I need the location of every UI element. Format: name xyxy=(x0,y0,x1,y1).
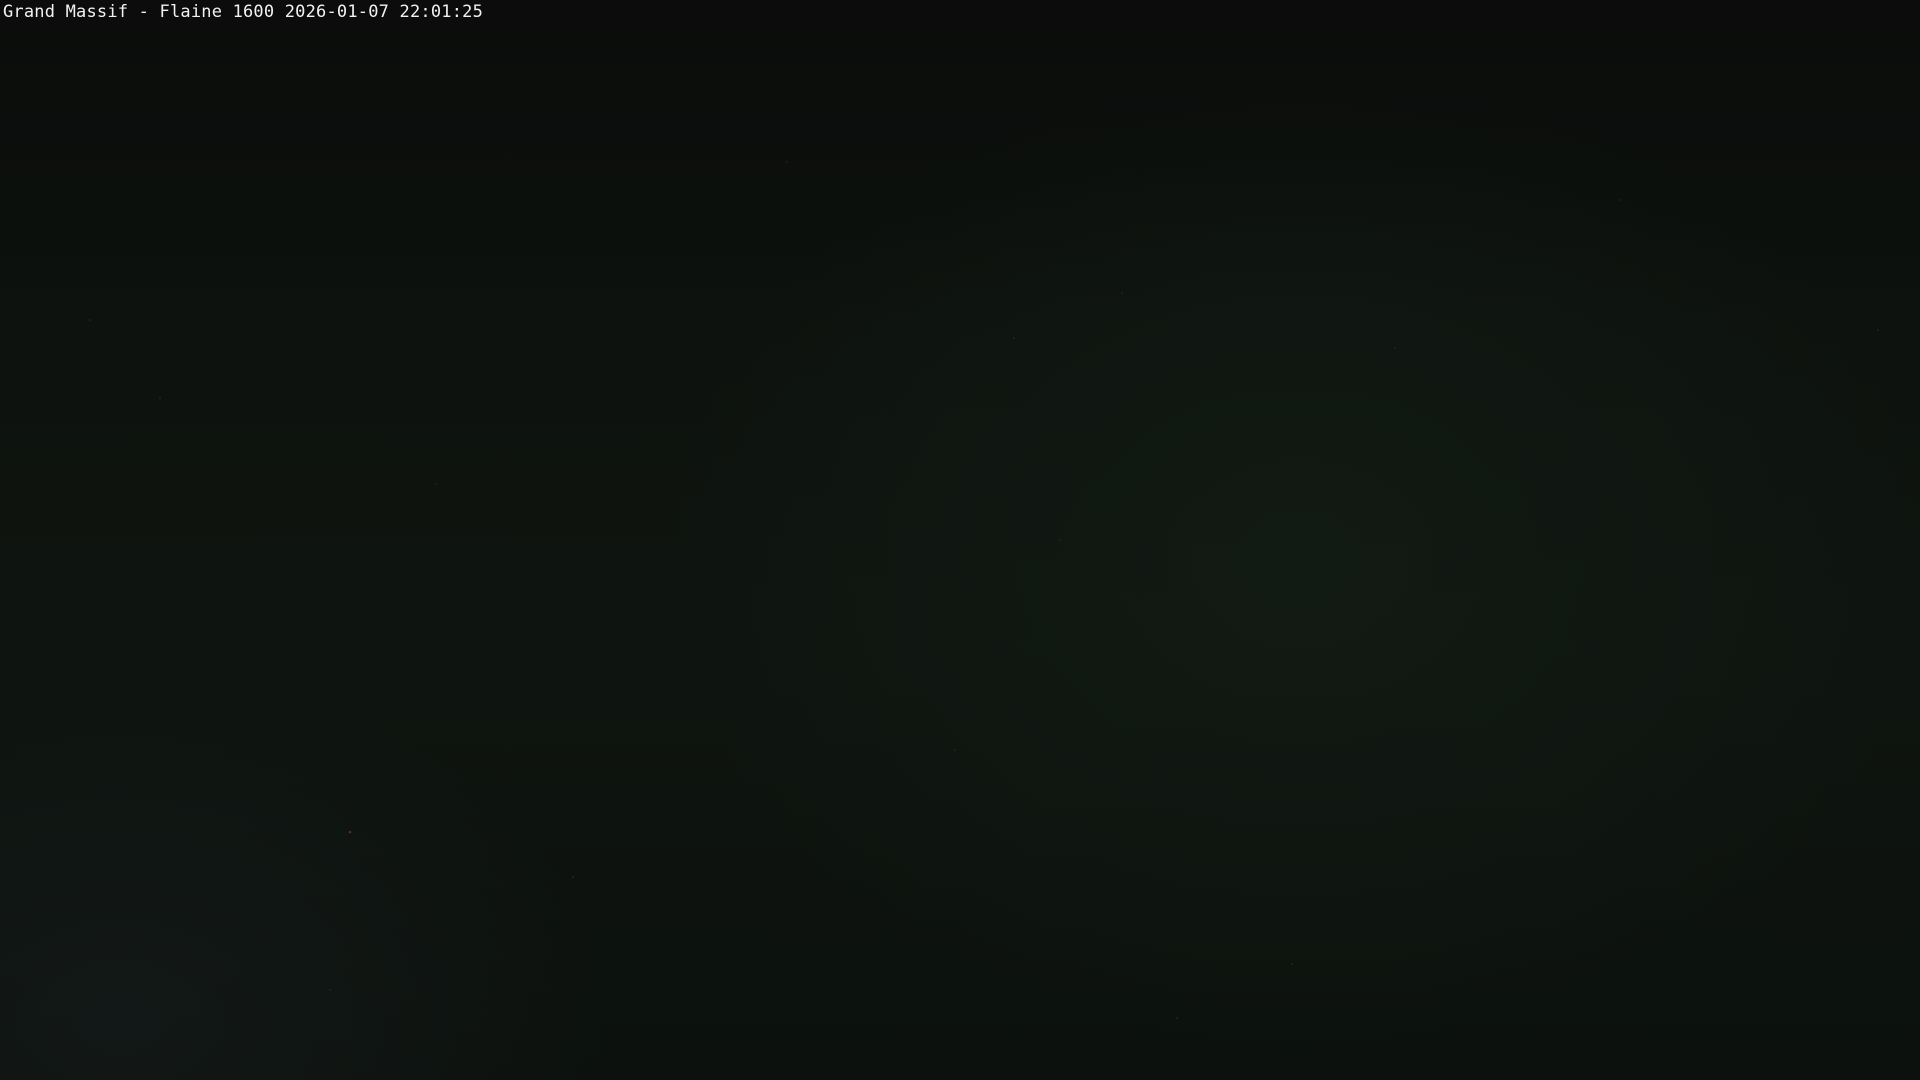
sensor-noise-dots xyxy=(89,161,1879,1019)
camera-caption: Grand Massif - Flaine 1600 2026-01-07 22… xyxy=(3,2,484,22)
webcam-image: Grand Massif - Flaine 1600 2026-01-07 22… xyxy=(0,0,1920,1080)
caption-bar: Grand Massif - Flaine 1600 2026-01-07 22… xyxy=(0,0,1920,30)
